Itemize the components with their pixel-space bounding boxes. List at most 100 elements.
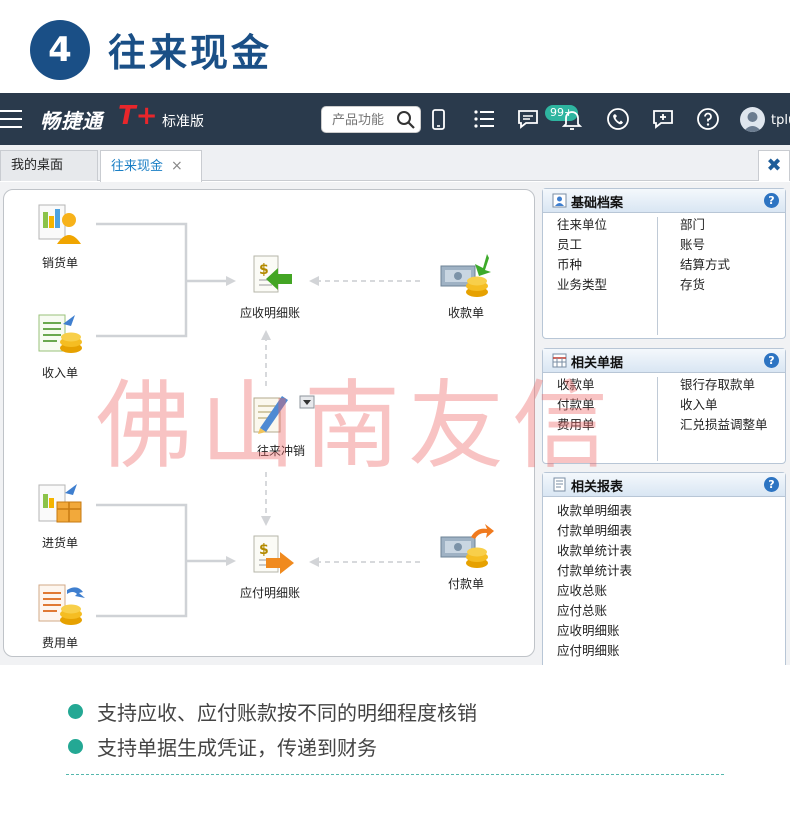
link-report[interactable]: 收款单统计表	[557, 541, 632, 561]
docs-right-column: 银行存取款单 收入单 汇兑损益调整单	[680, 375, 768, 435]
panel-title: 相关单据	[571, 356, 624, 371]
column-divider	[657, 217, 658, 335]
dashed-divider	[66, 774, 724, 775]
panel-header: 相关单据 ?	[543, 349, 785, 373]
link-settlement[interactable]: 结算方式	[680, 255, 730, 275]
flow-diagram: 销货单 收入单 $ 应收明细账 收款单 往来冲销 进货单 费用单 $ 应付明细账…	[3, 189, 535, 657]
search-input[interactable]	[332, 111, 394, 129]
link-fx-adjustment[interactable]: 汇兑损益调整单	[680, 415, 768, 435]
section-heading: 4 往来现金	[0, 0, 790, 93]
bullet-text: 支持单据生成凭证，传递到财务	[97, 736, 377, 760]
brand-name: 畅捷通	[40, 109, 103, 133]
flow-node-purchase[interactable]: 进货单	[32, 482, 88, 551]
section-title: 往来现金	[108, 31, 273, 75]
flow-node-receivable-detail[interactable]: $ 应收明细账	[234, 252, 306, 321]
node-label: 付款单	[447, 577, 484, 591]
payment-order-icon	[440, 524, 494, 568]
tab-close-icon[interactable]: ×	[171, 158, 183, 174]
user-icon	[743, 112, 762, 132]
tab-cash[interactable]: 往来现金 ×	[100, 150, 202, 182]
link-report[interactable]: 应付明细账	[557, 641, 632, 661]
avatar[interactable]	[740, 107, 765, 132]
payable-ledger-icon: $	[253, 535, 294, 574]
table-icon	[552, 353, 567, 368]
link-report[interactable]: 收款单明细表	[557, 501, 632, 521]
user-card-icon	[552, 193, 567, 208]
basic-right-column: 部门 账号 结算方式 存货	[680, 215, 730, 295]
bullet-dot	[68, 739, 83, 754]
writeoff-icon	[253, 395, 315, 434]
flow-node-sales[interactable]: 销货单	[32, 202, 88, 271]
bell-icon[interactable]	[560, 107, 584, 131]
help-icon[interactable]: ?	[764, 193, 779, 208]
help-icon[interactable]: ?	[764, 353, 779, 368]
search-icon[interactable]	[396, 110, 416, 130]
tab-desktop[interactable]: 我的桌面	[0, 150, 98, 181]
flow-node-payment[interactable]: 付款单	[436, 523, 496, 592]
search-box[interactable]	[321, 106, 421, 133]
mobile-icon[interactable]	[426, 107, 450, 131]
link-bank-deposit[interactable]: 银行存取款单	[680, 375, 768, 395]
phone-icon[interactable]	[606, 107, 630, 131]
link-income-order[interactable]: 收入单	[680, 395, 768, 415]
link-receipt-order[interactable]: 收款单	[557, 375, 595, 395]
tab-bar: 我的桌面 往来现金 × ✖	[0, 145, 790, 182]
receipt-order-icon	[440, 254, 491, 297]
link-account[interactable]: 账号	[680, 235, 730, 255]
app-topbar: 畅捷通 T+ 标准版 99+	[0, 93, 790, 145]
link-report[interactable]: 付款单统计表	[557, 561, 632, 581]
edition-label: 标准版	[162, 114, 204, 130]
flow-node-expense[interactable]: 费用单	[32, 582, 88, 651]
panel-related-reports: 相关报表 ? 收款单明细表 付款单明细表 收款单统计表 付款单统计表 应收总账 …	[542, 472, 786, 665]
message-icon[interactable]	[516, 107, 540, 131]
section-number: 4	[30, 20, 90, 80]
menu-icon[interactable]	[0, 110, 24, 128]
help-icon[interactable]: ?	[764, 477, 779, 492]
sales-order-icon	[38, 204, 81, 244]
link-expense-order[interactable]: 费用单	[557, 415, 595, 435]
purchase-order-icon	[38, 484, 82, 523]
user-name[interactable]: tplu	[771, 113, 790, 128]
node-label: 销货单	[41, 256, 78, 270]
docs-left-column: 收款单 付款单 费用单	[557, 375, 595, 435]
link-report[interactable]: 应付总账	[557, 601, 632, 621]
close-all-tabs-icon[interactable]: ✖	[758, 150, 790, 181]
flow-node-payable-detail[interactable]: $ 应付明细账	[234, 532, 306, 601]
panel-basic-records: 基础档案 ? 往来单位 员工 币种 业务类型 部门 账号 结算方式 存货	[542, 188, 786, 339]
brand-mark: T+	[118, 101, 158, 131]
link-currency[interactable]: 币种	[557, 255, 607, 275]
reports-column: 收款单明细表 付款单明细表 收款单统计表 付款单统计表 应收总账 应付总账 应收…	[557, 501, 632, 661]
link-report[interactable]: 应收总账	[557, 581, 632, 601]
svg-text:$: $	[259, 262, 269, 278]
list-icon[interactable]	[472, 107, 496, 131]
link-department[interactable]: 部门	[680, 215, 730, 235]
flow-node-income[interactable]: 收入单	[32, 312, 88, 381]
link-business-type[interactable]: 业务类型	[557, 275, 607, 295]
column-divider	[657, 377, 658, 461]
link-report[interactable]: 付款单明细表	[557, 521, 632, 541]
report-icon	[553, 477, 566, 492]
link-employee[interactable]: 员工	[557, 235, 607, 255]
income-order-icon	[38, 314, 82, 353]
node-label: 收款单	[447, 306, 484, 320]
link-inventory[interactable]: 存货	[680, 275, 730, 295]
node-label: 应付明细账	[239, 586, 300, 600]
node-label: 收入单	[41, 366, 78, 380]
link-payment-order[interactable]: 付款单	[557, 395, 595, 415]
feature-bullet: 支持单据生成凭证，传递到财务	[68, 732, 377, 761]
receivable-ledger-icon: $	[253, 255, 292, 293]
link-partner[interactable]: 往来单位	[557, 215, 607, 235]
link-report[interactable]: 应收明细账	[557, 621, 632, 641]
feature-bullet: 支持应收、应付账款按不同的明细程度核销	[68, 697, 477, 726]
tab-label: 往来现金	[111, 159, 164, 174]
flow-node-receipt[interactable]: 收款单	[436, 252, 496, 321]
panel-title: 相关报表	[571, 480, 624, 495]
flow-node-writeoff[interactable]: 往来冲销	[242, 390, 320, 459]
help-icon[interactable]	[696, 107, 720, 131]
panel-title: 基础档案	[571, 196, 624, 211]
node-label: 进货单	[41, 536, 78, 550]
bullet-dot	[68, 704, 83, 719]
feedback-icon[interactable]	[651, 107, 675, 131]
node-label: 费用单	[41, 636, 78, 650]
expense-order-icon	[38, 584, 85, 625]
